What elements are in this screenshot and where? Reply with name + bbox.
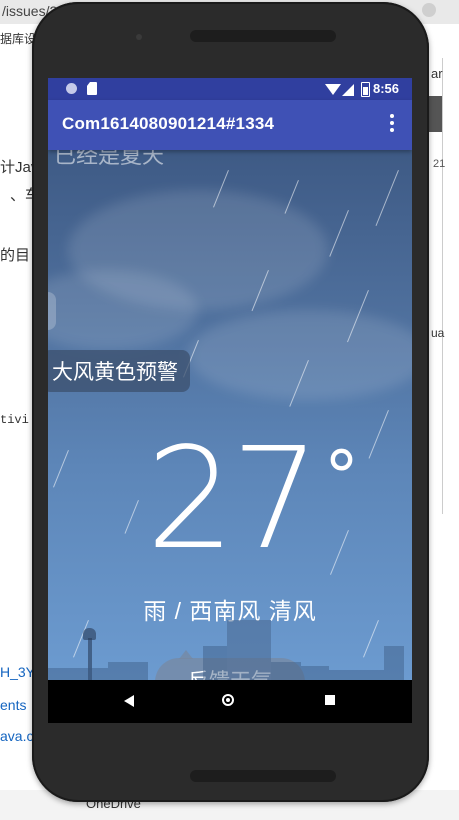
bg-link-2[interactable]: ents: [0, 697, 26, 713]
status-time: 8:56: [373, 81, 400, 96]
building: [329, 670, 384, 680]
rain-drop: [368, 410, 389, 459]
city-skyline: [48, 610, 412, 680]
bg-code-text: tivi: [0, 413, 29, 427]
faded-notice-text: 已经是夏天: [54, 150, 165, 168]
bg-right-panel: ar 21 ua: [431, 58, 459, 514]
bg-right-text-3: ua: [431, 326, 445, 340]
building: [203, 646, 227, 680]
weather-content: 已经是夏天 大风黄色预警 27 ° 雨 / 西南风 清风 反馈天气: [48, 150, 412, 680]
overflow-menu-icon[interactable]: [388, 114, 396, 136]
browser-profile-icon[interactable]: [422, 3, 436, 17]
app-bar: Com1614080901214#1334: [48, 100, 412, 150]
temperature-value: 27: [146, 418, 320, 581]
building: [108, 662, 148, 680]
bg-link-3[interactable]: ava.c: [0, 728, 33, 744]
signal-icon: [342, 84, 354, 96]
building: [48, 668, 108, 680]
status-bar: 8:56: [48, 78, 412, 100]
bg-right-text-2: 21: [433, 158, 446, 170]
rain-drop: [375, 170, 399, 227]
bg-link-1[interactable]: H_3Y: [0, 664, 35, 680]
navigation-bar: [48, 680, 412, 723]
app-title: Com1614080901214#1334: [62, 114, 275, 133]
recent-apps-icon[interactable]: [325, 695, 335, 705]
bg-thumbnail: [428, 96, 442, 132]
front-camera: [136, 34, 142, 40]
building: [301, 666, 329, 680]
cloud-2: [188, 310, 412, 400]
side-drawer-tab[interactable]: [48, 292, 56, 330]
bg-text-1: 据库设: [0, 32, 37, 46]
bg-right-text-1: ar: [431, 66, 443, 81]
bottom-speaker: [190, 770, 336, 782]
rain-drop: [330, 530, 349, 575]
degree-symbol: °: [324, 436, 359, 518]
home-icon[interactable]: [222, 694, 234, 706]
weather-warning-badge[interactable]: 大风黄色预警: [48, 350, 190, 392]
bg-text-4: 的目: [0, 247, 31, 264]
sd-card-icon: [87, 82, 97, 95]
battery-icon: [361, 82, 370, 97]
wifi-icon: [325, 84, 341, 95]
rain-drop: [329, 210, 349, 257]
building: [271, 662, 301, 680]
building: [227, 620, 271, 680]
back-icon[interactable]: [124, 695, 134, 707]
notification-dot-icon: [66, 83, 77, 94]
phone-screen: 8:56 Com1614080901214#1334 已经是夏天 大风黄色预警 …: [48, 78, 412, 723]
rain-drop: [124, 500, 139, 534]
rain-drop: [53, 450, 69, 488]
building: [384, 646, 404, 680]
top-speaker: [190, 30, 336, 42]
